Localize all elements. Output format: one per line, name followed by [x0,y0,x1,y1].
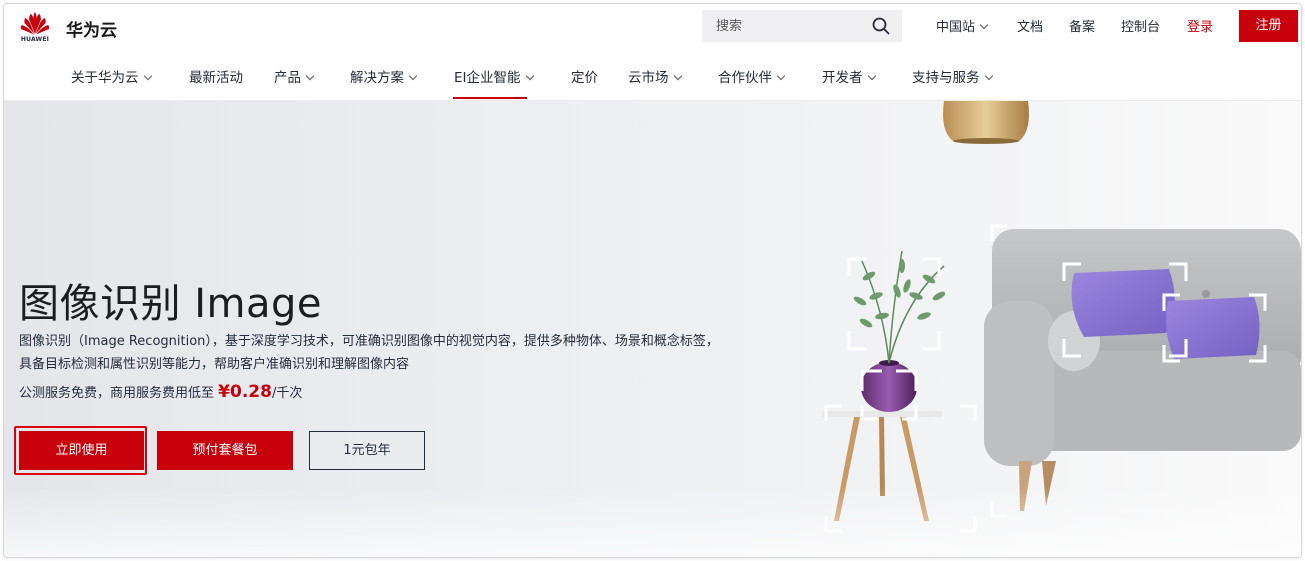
hero-description: 图像识别（Image Recognition），基于深度学习技术，可准确识别图像… [19,330,779,376]
nav-item-products[interactable]: 产品 [274,66,315,86]
nav-item-label: 合作伙伴 [718,70,772,86]
nav-item-label: 关于华为云 [71,70,139,86]
nav-item-ei[interactable]: EI企业智能 [454,66,534,86]
yearly-plan-button[interactable]: 1元包年 [309,431,425,470]
nav-item-label: 产品 [274,70,301,86]
chevron-down-icon [143,71,152,81]
nav-active-indicator [453,97,527,99]
nav-item-about[interactable]: 关于华为云 [71,66,152,86]
search-icon[interactable] [872,17,890,35]
region-label: 中国站 [936,20,976,35]
filing-link[interactable]: 备案 [1069,16,1095,35]
chevron-down-icon [979,20,989,30]
hero-floor-fade [4,487,1301,557]
huawei-logo[interactable]: HUAWEI [18,10,52,44]
chevron-down-icon [525,71,534,81]
nav-item-label: 最新活动 [189,70,243,86]
chevron-down-icon [984,71,993,81]
nav-item-label: 开发者 [822,70,863,86]
region-selector[interactable]: 中国站 [936,16,989,35]
nav-item-solutions[interactable]: 解决方案 [350,66,418,86]
nav-item-partners[interactable]: 合作伙伴 [718,66,786,86]
nav-item-pricing[interactable]: 定价 [571,66,598,86]
huawei-flower-icon [20,12,50,35]
nav-item-events[interactable]: 最新活动 [189,66,243,86]
hero-banner: 图像识别 Image 图像识别（Image Recognition），基于深度学… [4,101,1301,557]
top-bar: HUAWEI 华为云 中国站 文档 备案 控制台 登录 注册 [4,4,1301,48]
main-nav: 关于华为云 最新活动 产品 解决方案 EI企业智能 定价 云市场 合作伙伴 开发… [4,54,1301,100]
hero-price: 公测服务免费，商用服务费用低至 ¥0.28/千次 [19,382,302,402]
browser-viewport: HUAWEI 华为云 中国站 文档 备案 控制台 登录 注册 关于华为云 最新活… [4,4,1301,557]
nav-item-label: 定价 [571,70,598,86]
login-link[interactable]: 登录 [1187,16,1213,35]
chevron-down-icon [776,71,786,81]
price-amount: ¥0.28 [218,382,272,402]
hero-description-line: 图像识别（Image Recognition），基于深度学习技术，可准确识别图像… [19,334,719,349]
nav-item-label: 支持与服务 [912,70,980,86]
nav-item-support[interactable]: 支持与服务 [912,66,993,86]
nav-item-label: EI企业智能 [454,70,521,86]
chevron-down-icon [408,71,418,81]
use-now-button[interactable]: 立即使用 [19,431,144,470]
nav-item-marketplace[interactable]: 云市场 [628,66,682,86]
chevron-down-icon [305,71,315,81]
prepaid-package-button[interactable]: 预付套餐包 [157,431,293,470]
hero-description-line: 具备目标检测和属性识别等能力，帮助客户准确识别和理解图像内容 [19,357,410,372]
brand-name[interactable]: 华为云 [66,16,117,41]
search-input[interactable] [702,10,862,42]
logo-wordmark: HUAWEI [20,36,50,43]
register-button[interactable]: 注册 [1239,10,1298,42]
hero-title: 图像识别 Image [19,281,322,327]
nav-item-developers[interactable]: 开发者 [822,66,876,86]
search-box [702,10,902,42]
price-prefix: 公测服务免费，商用服务费用低至 [19,386,215,401]
docs-link[interactable]: 文档 [1017,16,1043,35]
nav-item-label: 解决方案 [350,70,404,86]
chevron-down-icon [867,71,876,81]
chevron-down-icon [673,71,682,81]
price-suffix: /千次 [271,386,303,401]
console-link[interactable]: 控制台 [1121,16,1160,35]
nav-item-label: 云市场 [628,70,669,86]
